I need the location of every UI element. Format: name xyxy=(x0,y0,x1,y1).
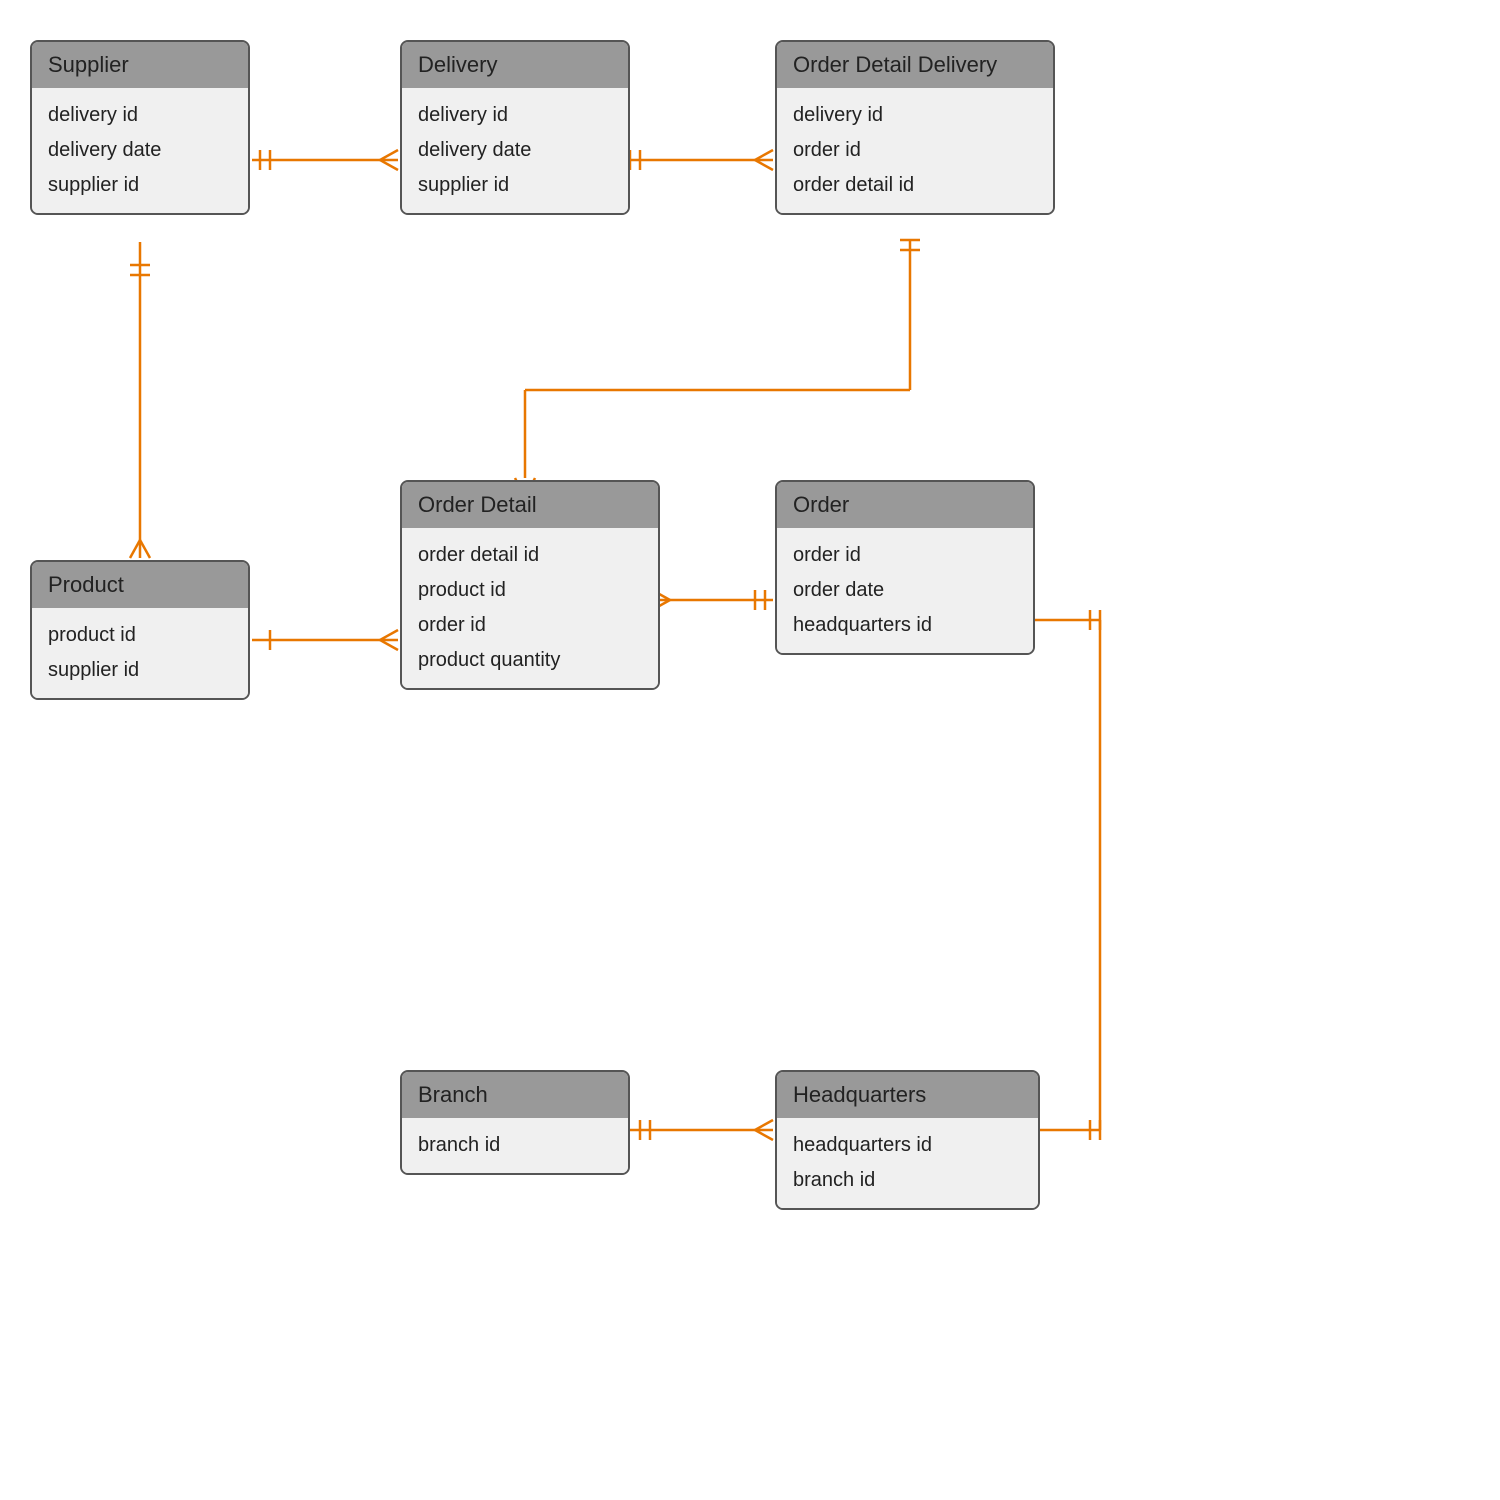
field-odd-delivery-id: delivery id xyxy=(793,96,1037,131)
product-title: Product xyxy=(32,562,248,608)
delivery-title: Delivery xyxy=(402,42,628,88)
product-table: Product product id supplier id xyxy=(30,560,250,700)
field-product-product-id: product id xyxy=(48,616,232,651)
field-product-supplier-id: supplier id xyxy=(48,651,232,686)
order-detail-delivery-title: Order Detail Delivery xyxy=(777,42,1053,88)
branch-table: Branch branch id xyxy=(400,1070,630,1175)
field-order-order-id: order id xyxy=(793,536,1017,571)
supplier-title: Supplier xyxy=(32,42,248,88)
field-od-order-detail-id: order detail id xyxy=(418,536,642,571)
field-supplier-delivery-date: delivery date xyxy=(48,131,232,166)
field-order-order-date: order date xyxy=(793,571,1017,606)
field-supplier-supplier-id: supplier id xyxy=(48,166,232,201)
order-detail-table: Order Detail order detail id product id … xyxy=(400,480,660,690)
order-table: Order order id order date headquarters i… xyxy=(775,480,1035,655)
field-delivery-supplier-id: supplier id xyxy=(418,166,612,201)
headquarters-table: Headquarters headquarters id branch id xyxy=(775,1070,1040,1210)
field-delivery-delivery-id: delivery id xyxy=(418,96,612,131)
order-title: Order xyxy=(777,482,1033,528)
field-odd-order-id: order id xyxy=(793,131,1037,166)
field-hq-branch-id: branch id xyxy=(793,1161,1022,1196)
field-od-order-id: order id xyxy=(418,606,642,641)
order-detail-delivery-table: Order Detail Delivery delivery id order … xyxy=(775,40,1055,215)
field-delivery-delivery-date: delivery date xyxy=(418,131,612,166)
field-od-product-id: product id xyxy=(418,571,642,606)
field-order-headquarters-id: headquarters id xyxy=(793,606,1017,641)
field-odd-order-detail-id: order detail id xyxy=(793,166,1037,201)
delivery-table: Delivery delivery id delivery date suppl… xyxy=(400,40,630,215)
field-hq-headquarters-id: headquarters id xyxy=(793,1126,1022,1161)
field-supplier-delivery-id: delivery id xyxy=(48,96,232,131)
branch-title: Branch xyxy=(402,1072,628,1118)
order-detail-title: Order Detail xyxy=(402,482,658,528)
headquarters-title: Headquarters xyxy=(777,1072,1038,1118)
field-od-product-quantity: product quantity xyxy=(418,641,642,676)
field-branch-branch-id: branch id xyxy=(418,1126,612,1161)
supplier-table: Supplier delivery id delivery date suppl… xyxy=(30,40,250,215)
